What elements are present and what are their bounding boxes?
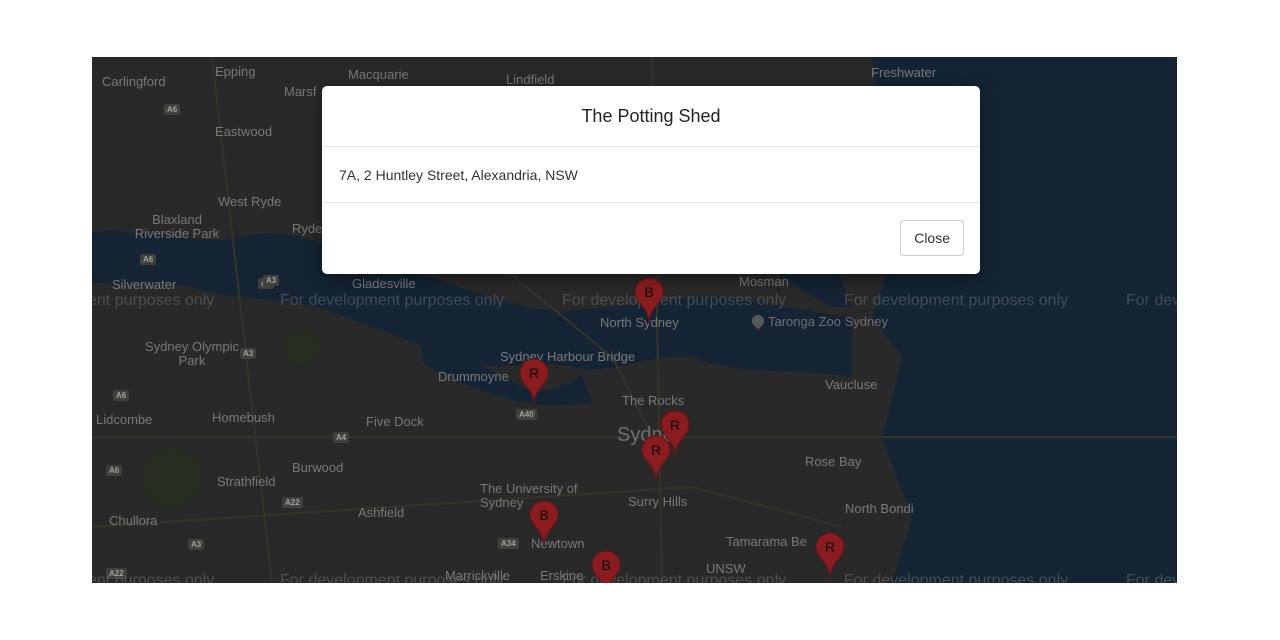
modal-body: 7A, 2 Huntley Street, Alexandria, NSW [322,147,980,203]
modal-title: The Potting Shed [581,105,721,126]
address-text: 7A, 2 Huntley Street, Alexandria, NSW [339,166,578,183]
modal-header: The Potting Shed [322,86,980,147]
close-button[interactable]: Close [900,220,964,256]
modal-footer: Close [322,203,980,273]
info-modal: The Potting Shed 7A, 2 Huntley Street, A… [322,86,980,274]
